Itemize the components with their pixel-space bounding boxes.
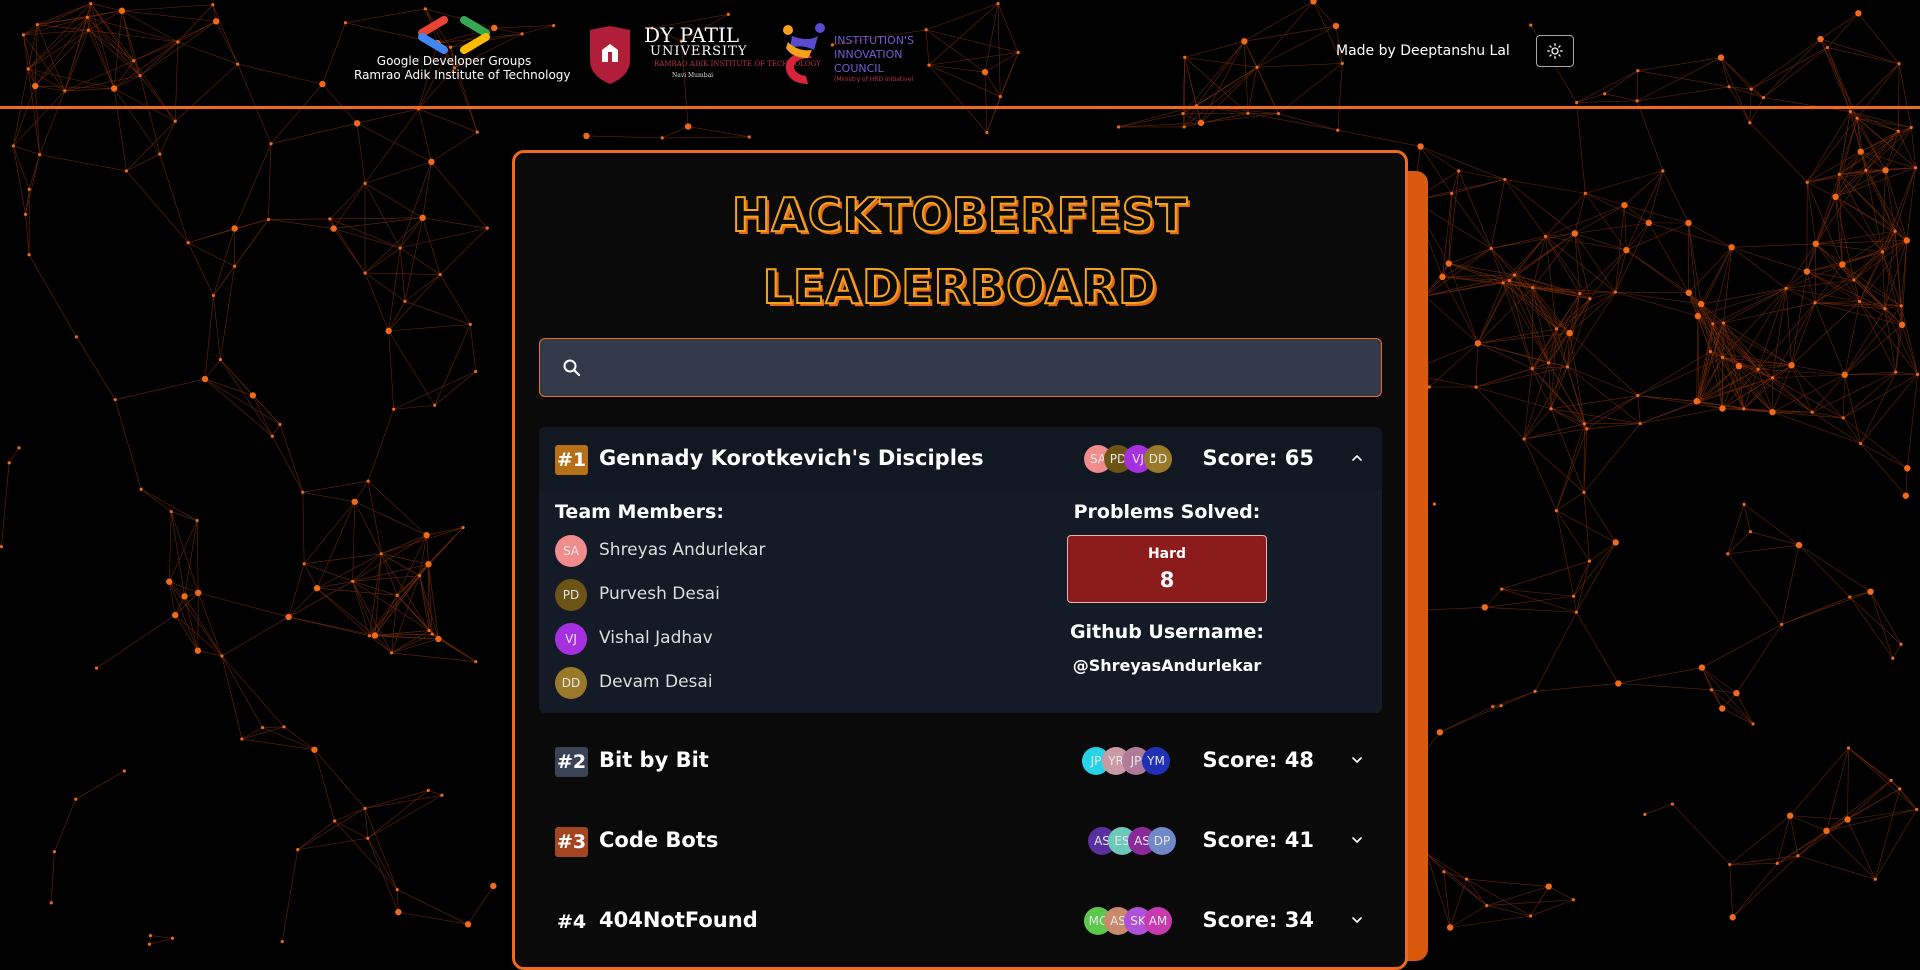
avatar: DP — [1148, 827, 1176, 855]
chevron-down-icon[interactable] — [1348, 831, 1366, 849]
iic-title: INSTITUTION'S INNOVATION COUNCIL — [834, 34, 914, 76]
member-name: Purvesh Desai — [599, 584, 720, 604]
team-row-4: #4 404NotFound MC AS SK AM Score: 34 — [539, 889, 1382, 953]
gdg-brackets-icon — [414, 16, 494, 54]
hard-problems-badge: Hard 8 — [1067, 535, 1267, 603]
team-avatars: JP YR JP YM — [1082, 747, 1170, 775]
team-row-3: #3 Code Bots AS ES AS DP Score: 41 — [539, 809, 1382, 873]
avatar: SA — [555, 535, 587, 567]
rank-badge: #1 — [555, 445, 588, 475]
search-icon — [562, 358, 582, 378]
dy-patil-logo: DY PATIL UNIVERSITY RAMRAO ADIK INSTITUT… — [588, 24, 738, 88]
hard-label: Hard — [1068, 546, 1266, 562]
team-header-2[interactable]: #2 Bit by Bit JP YR JP YM Score: 48 — [539, 729, 1382, 793]
dy-patil-name: DY PATIL — [644, 24, 739, 46]
team-score: Score: 41 — [1202, 828, 1314, 852]
team-avatars: SA PD VJ DD — [1084, 445, 1172, 473]
avatar: VJ — [555, 623, 587, 655]
chevron-down-icon[interactable] — [1348, 911, 1366, 929]
avatar: PD — [555, 579, 587, 611]
team-row-1: #1 Gennady Korotkevich's Disciples SA PD… — [539, 427, 1382, 713]
gdg-subtitle: Ramrao Adik Institute of Technology — [354, 68, 554, 82]
team-header-1[interactable]: #1 Gennady Korotkevich's Disciples SA PD… — [539, 427, 1382, 491]
dy-patil-university: UNIVERSITY — [650, 44, 747, 59]
team-details-1: Team Members: SA Shreyas Andurlekar PD P… — [539, 491, 1382, 713]
title-line-1: HACKTOBERFEST — [515, 179, 1405, 251]
top-header: Google Developer Groups Ramrao Adik Inst… — [0, 0, 1920, 109]
gdg-logo: Google Developer Groups Ramrao Adik Inst… — [354, 16, 554, 88]
team-avatars: AS ES AS DP — [1088, 827, 1176, 855]
author-credit: Made by Deeptanshu Lal — [1336, 43, 1510, 59]
avatar: AM — [1144, 907, 1172, 935]
team-name: 404NotFound — [599, 908, 758, 932]
chevron-down-icon[interactable] — [1348, 751, 1366, 769]
rank-badge: #4 — [555, 907, 588, 937]
iic-subtitle: (Ministry of HRD Initiative) — [834, 76, 914, 83]
member-name: Devam Desai — [599, 672, 713, 692]
search-input[interactable] — [596, 339, 1370, 398]
page-title: HACKTOBERFEST LEADERBOARD — [515, 179, 1405, 323]
team-name: Bit by Bit — [599, 748, 709, 772]
rank-badge: #3 — [555, 827, 588, 857]
member-name: Shreyas Andurlekar — [599, 540, 765, 560]
team-avatars: MC AS SK AM — [1084, 907, 1172, 935]
github-username[interactable]: @ShreyasAndurlekar — [1052, 656, 1282, 675]
iic-logo: INSTITUTION'S INNOVATION COUNCIL (Minist… — [778, 22, 918, 88]
team-score: Score: 34 — [1202, 908, 1314, 932]
team-score: Score: 48 — [1202, 748, 1314, 772]
rank-badge: #2 — [555, 747, 588, 777]
avatar: DD — [1144, 445, 1172, 473]
problems-title: Problems Solved: — [1067, 501, 1267, 523]
iic-emblem-icon — [778, 22, 828, 86]
gdg-title: Google Developer Groups — [354, 54, 554, 68]
team-header-3[interactable]: #3 Code Bots AS ES AS DP Score: 41 — [539, 809, 1382, 873]
team-header-4[interactable]: #4 404NotFound MC AS SK AM Score: 34 — [539, 889, 1382, 953]
team-row-2: #2 Bit by Bit JP YR JP YM Score: 48 — [539, 729, 1382, 793]
avatar: YM — [1142, 747, 1170, 775]
avatar: DD — [555, 667, 587, 699]
team-name: Gennady Korotkevich's Disciples — [599, 446, 984, 470]
team-name: Code Bots — [599, 828, 718, 852]
chevron-up-icon[interactable] — [1348, 449, 1366, 467]
search-bar — [539, 338, 1382, 397]
title-line-2: LEADERBOARD — [515, 251, 1405, 323]
members-title: Team Members: — [555, 501, 724, 523]
hard-count: 8 — [1068, 568, 1266, 592]
member-name: Vishal Jadhav — [599, 628, 713, 648]
university-crest-icon — [588, 26, 632, 84]
sun-icon — [1547, 43, 1563, 59]
github-title: Github Username: — [1052, 621, 1282, 643]
dy-patil-location: Navi Mumbai — [672, 72, 713, 79]
leaderboard-card: HACKTOBERFEST LEADERBOARD #1 Gennady Kor… — [512, 150, 1408, 970]
team-score: Score: 65 — [1202, 446, 1314, 470]
theme-toggle-button[interactable] — [1536, 35, 1574, 67]
